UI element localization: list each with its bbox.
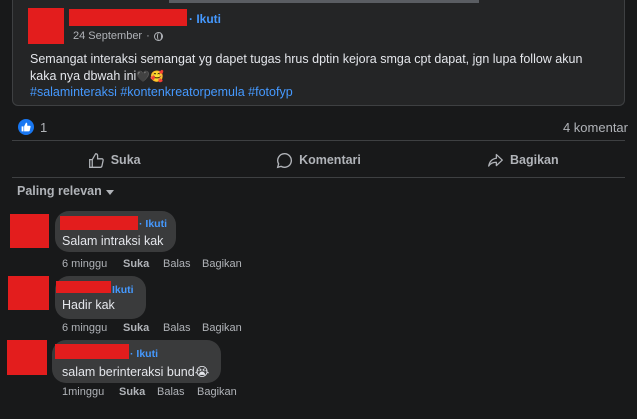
comment-reply-button[interactable]: Balas: [157, 386, 197, 398]
comment-share-button[interactable]: Bagikan: [202, 322, 242, 334]
comment-text: salam berinteraksi bund😭: [62, 365, 210, 379]
comment-share-button[interactable]: Bagikan: [202, 258, 242, 270]
comment-reply-button[interactable]: Balas: [163, 258, 202, 270]
commenter-avatar-redacted[interactable]: [10, 214, 49, 248]
comment-follow-label[interactable]: Ikuti: [136, 348, 158, 360]
commenter-name-redacted[interactable]: [55, 344, 129, 359]
commenter-avatar-redacted[interactable]: [7, 340, 47, 375]
comment-like-button[interactable]: Suka: [123, 258, 163, 270]
comment-like-button[interactable]: Suka: [123, 322, 163, 334]
comment-meta: 1minggu Suka Balas Bagikan: [62, 386, 237, 398]
comment-follow-link[interactable]: · Ikuti: [130, 348, 158, 360]
commenter-name-redacted[interactable]: [56, 281, 111, 293]
commenter-name-redacted[interactable]: [60, 216, 138, 230]
comment-bubble-icon: [276, 152, 293, 168]
comment-button-label[interactable]: Komentari: [299, 153, 361, 167]
share-button[interactable]: Bagikan: [421, 147, 625, 173]
comment-follow-link[interactable]: Ikuti: [112, 284, 134, 296]
post-card: · Ikuti 24 September · Semangat interaks…: [12, 0, 625, 106]
comment-sort-dropdown[interactable]: Paling relevan: [17, 184, 114, 198]
comment-meta: 6 minggu Suka Balas Bagikan: [62, 258, 242, 270]
comment-button[interactable]: Komentari: [216, 147, 420, 173]
post-follow-link[interactable]: · Ikuti: [189, 12, 221, 26]
share-arrow-icon: [488, 153, 503, 167]
post-emoji: 🖤🥰: [136, 71, 164, 83]
comment-text: Hadir kak: [62, 298, 115, 312]
image-edge: [169, 0, 479, 3]
date-separator: ·: [146, 30, 150, 42]
divider: [12, 177, 625, 178]
post-body: Semangat interaksi semangat yg dapet tug…: [30, 51, 610, 86]
comment-follow-link[interactable]: · Ikuti: [139, 218, 167, 230]
comment-time[interactable]: 1minggu: [62, 386, 119, 398]
post-hashtags[interactable]: #salaminteraksi #kontenkreatorpemula #fo…: [30, 85, 293, 99]
comment-time[interactable]: 6 minggu: [62, 258, 123, 270]
post-author-name-redacted[interactable]: [69, 9, 187, 26]
post-actions: Suka Komentari Bagikan: [12, 147, 625, 173]
divider: [12, 140, 625, 141]
like-reaction-icon[interactable]: [18, 119, 34, 135]
post-body-text: Semangat interaksi semangat yg dapet tug…: [30, 52, 583, 83]
post-date-text[interactable]: 24 September: [73, 30, 142, 42]
comment-meta: 6 minggu Suka Balas Bagikan: [62, 322, 242, 334]
post-follow-label[interactable]: Ikuti: [196, 12, 221, 26]
post-date[interactable]: 24 September ·: [73, 30, 163, 42]
comment-reply-button[interactable]: Balas: [163, 322, 202, 334]
comment-share-button[interactable]: Bagikan: [197, 386, 237, 398]
comment-like-button[interactable]: Suka: [119, 386, 157, 398]
like-button[interactable]: Suka: [12, 147, 216, 173]
caret-down-icon: [105, 189, 114, 195]
sort-label[interactable]: Paling relevan: [17, 184, 102, 198]
commenter-avatar-redacted[interactable]: [8, 276, 49, 310]
post-author-avatar-redacted[interactable]: [28, 8, 64, 44]
comment-text: Salam intraksi kak: [62, 234, 164, 248]
globe-icon: [153, 31, 163, 41]
reaction-summary: 1 4 komentar: [18, 119, 628, 137]
like-count[interactable]: 1: [40, 120, 47, 135]
share-button-label[interactable]: Bagikan: [510, 153, 559, 167]
comment-time[interactable]: 6 minggu: [62, 322, 123, 334]
comment-follow-label[interactable]: Ikuti: [112, 284, 134, 296]
thumbs-up-icon: [88, 152, 104, 168]
comment-count[interactable]: 4 komentar: [563, 120, 628, 135]
comment-follow-label[interactable]: Ikuti: [145, 218, 167, 230]
like-button-label[interactable]: Suka: [111, 153, 141, 167]
